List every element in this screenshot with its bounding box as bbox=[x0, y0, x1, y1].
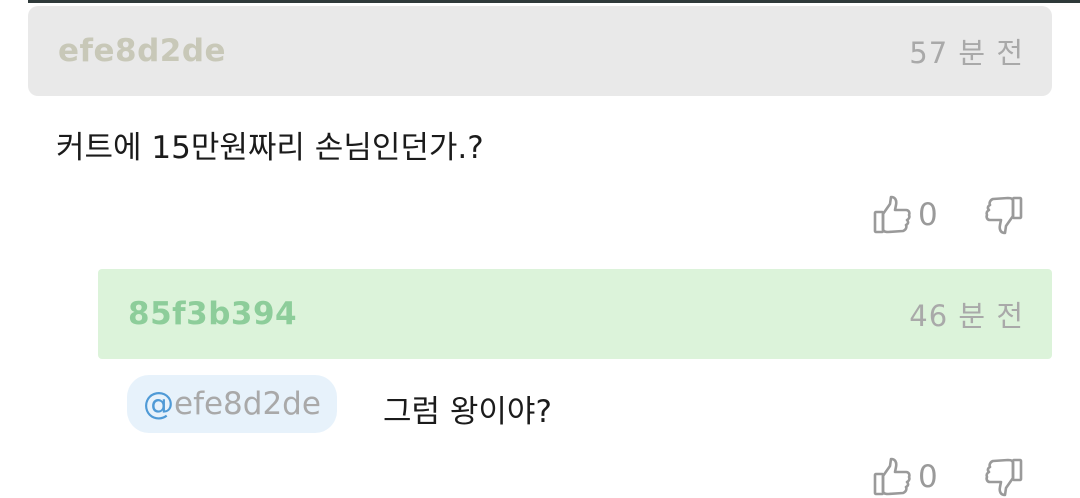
reply-header: 85f3b394 46 분 전 bbox=[98, 269, 1052, 359]
like-count: 0 bbox=[918, 459, 938, 495]
mention-tag[interactable]: @ efe8d2de bbox=[127, 375, 337, 433]
comment-author[interactable]: efe8d2de bbox=[58, 33, 226, 69]
reply-text: 그럼 왕이야? bbox=[383, 394, 552, 430]
reply-author[interactable]: 85f3b394 bbox=[128, 296, 297, 332]
comment-timestamp: 57 분 전 bbox=[909, 36, 1024, 70]
mention-handle: efe8d2de bbox=[174, 386, 321, 422]
comment-votes: 0 bbox=[872, 194, 1024, 236]
mention-at-sign: @ bbox=[143, 386, 174, 422]
thumbs-up-icon bbox=[872, 194, 912, 236]
like-button[interactable]: 0 bbox=[872, 194, 984, 236]
comment-text: 커트에 15만원짜리 손님인던가.? bbox=[56, 130, 484, 166]
reply-timestamp: 46 분 전 bbox=[909, 299, 1024, 333]
comment-header: efe8d2de 57 분 전 bbox=[28, 6, 1052, 96]
top-divider bbox=[28, 0, 1080, 3]
thumbs-down-icon bbox=[984, 194, 1024, 236]
like-count: 0 bbox=[918, 197, 938, 233]
dislike-button[interactable] bbox=[984, 194, 1024, 236]
